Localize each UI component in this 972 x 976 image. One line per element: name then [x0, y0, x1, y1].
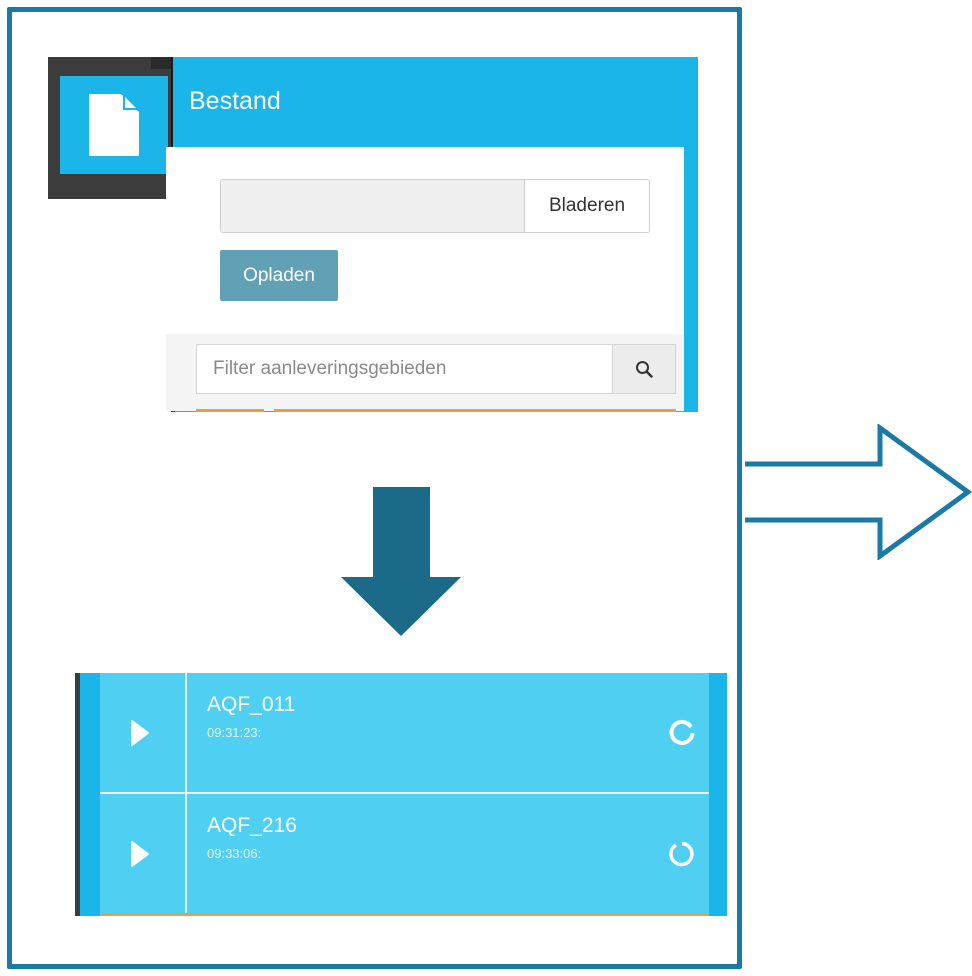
- item-time: 09:33:06:: [207, 846, 262, 861]
- upload-card: Bladeren Opladen Filter aanleveringsgebi…: [166, 147, 684, 412]
- refresh-icon: [669, 841, 694, 867]
- filter-area: Filter aanleveringsgebieden: [166, 334, 684, 412]
- upload-list-screenshot: AQF_011 09:31:23: AQF_216 09:33:06:: [75, 673, 727, 916]
- tab-underline: [196, 409, 264, 412]
- panel-title: Bestand: [189, 87, 281, 115]
- play-icon[interactable]: [130, 719, 150, 747]
- search-icon: [636, 361, 653, 378]
- filter-input[interactable]: Filter aanleveringsgebieden: [197, 345, 612, 393]
- arrow-right-icon: [745, 424, 972, 560]
- file-tile-button[interactable]: [60, 76, 168, 174]
- left-strip: [80, 673, 100, 916]
- tab-underline: [274, 409, 676, 412]
- sidebar-notch: [151, 57, 171, 69]
- play-icon[interactable]: [130, 840, 150, 868]
- refresh-icon: [669, 719, 695, 745]
- file-picker: Bladeren: [220, 179, 650, 233]
- search-button[interactable]: [612, 345, 675, 393]
- file-input[interactable]: [221, 180, 525, 232]
- list-item[interactable]: AQF_216 09:33:06:: [100, 794, 709, 914]
- item-time: 09:31:23:: [207, 725, 262, 740]
- filter-group: Filter aanleveringsgebieden: [196, 344, 676, 394]
- right-strip: [709, 673, 727, 916]
- item-title: AQF_011: [207, 693, 296, 716]
- arrow-down-icon: [341, 487, 461, 636]
- upload-panel-screenshot: Bestand Bladeren Opladen Filter aanlever…: [48, 57, 698, 412]
- list-item[interactable]: AQF_011 09:31:23:: [100, 673, 709, 794]
- item-title: AQF_216: [207, 814, 297, 837]
- file-icon: [89, 94, 139, 156]
- upload-button[interactable]: Opladen: [220, 250, 338, 301]
- list-bottom-accent: [100, 913, 709, 916]
- browse-button[interactable]: Bladeren: [525, 180, 649, 232]
